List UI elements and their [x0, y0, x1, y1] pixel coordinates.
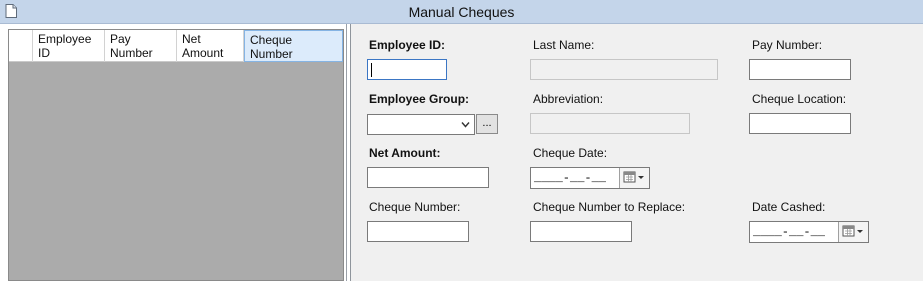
employee-id-field[interactable] — [367, 59, 447, 80]
net-amount-field[interactable] — [367, 167, 489, 188]
date-cashed-calendar-button[interactable] — [838, 222, 868, 242]
cheque-location-label: Cheque Location: — [752, 92, 847, 106]
column-header-employee-id[interactable]: Employee ID — [33, 30, 105, 62]
cheque-date-label: Cheque Date: — [533, 146, 608, 160]
row-selector-header[interactable] — [9, 30, 33, 62]
cheque-location-field[interactable] — [749, 113, 851, 134]
last-name-field — [530, 59, 718, 80]
abbreviation-field — [530, 113, 690, 134]
cheque-number-field[interactable] — [367, 221, 469, 242]
cheque-date-mask: ____-__-__ — [534, 171, 607, 185]
pay-number-field[interactable] — [749, 59, 851, 80]
column-label-line1: Employee — [38, 32, 92, 46]
employee-group-browse-button[interactable]: ... — [476, 114, 498, 134]
cheques-grid[interactable]: Employee ID Pay Number Net Amount Cheque… — [8, 29, 344, 281]
calendar-icon — [842, 225, 863, 237]
last-name-label: Last Name: — [533, 38, 595, 52]
column-label-line1: Net — [182, 32, 201, 46]
cheques-list-panel: Employee ID Pay Number Net Amount Cheque… — [0, 24, 347, 281]
net-amount-label: Net Amount: — [369, 146, 441, 160]
column-label-line2: Number — [250, 47, 293, 61]
cheque-date-calendar-button[interactable] — [619, 168, 649, 188]
cheque-number-to-replace-field[interactable] — [530, 221, 632, 242]
pay-number-label: Pay Number: — [752, 38, 823, 52]
column-label-line1: Cheque — [250, 33, 293, 47]
window-title: Manual Cheques — [408, 4, 515, 20]
column-header-net-amount[interactable]: Net Amount — [177, 30, 244, 62]
column-header-cheque-number[interactable]: Cheque Number — [244, 30, 343, 62]
column-header-pay-number[interactable]: Pay Number — [105, 30, 177, 62]
column-label-line2: Amount — [182, 46, 224, 60]
employee-group-label: Employee Group: — [369, 92, 470, 106]
abbreviation-label: Abbreviation: — [533, 92, 604, 106]
chevron-down-icon — [461, 122, 470, 128]
column-label-line2: ID — [38, 46, 50, 60]
date-cashed-mask: ____-__-__ — [753, 225, 826, 239]
text-caret — [371, 63, 372, 77]
cheque-date-picker[interactable]: ____-__-__ — [530, 167, 650, 189]
grid-header: Employee ID Pay Number Net Amount Cheque… — [9, 30, 343, 62]
cheque-detail-form: Employee ID: Last Name: Pay Number: Empl… — [350, 24, 923, 281]
column-label-line2: Number — [110, 46, 153, 60]
employee-id-label: Employee ID: — [369, 38, 446, 52]
date-cashed-label: Date Cashed: — [752, 200, 826, 214]
cheque-number-to-replace-label: Cheque Number to Replace: — [533, 200, 686, 214]
column-label-line1: Pay — [110, 32, 131, 46]
employee-group-select[interactable] — [367, 114, 475, 135]
calendar-icon — [623, 171, 644, 183]
cheque-number-label: Cheque Number: — [369, 200, 461, 214]
title-bar: Manual Cheques — [0, 0, 923, 24]
date-cashed-picker[interactable]: ____-__-__ — [749, 221, 869, 243]
